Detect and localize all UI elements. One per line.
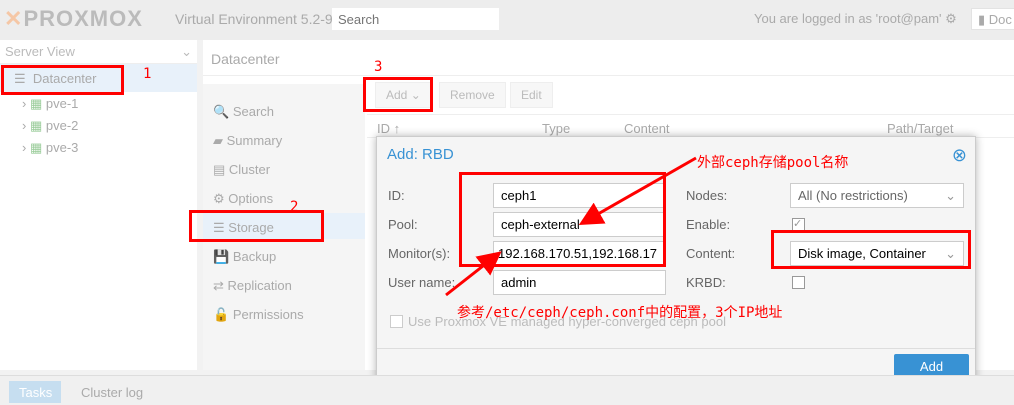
annotation-arrows [445, 156, 697, 297]
arrow-to-pool [578, 156, 697, 225]
arrow-to-monitor [445, 251, 502, 297]
